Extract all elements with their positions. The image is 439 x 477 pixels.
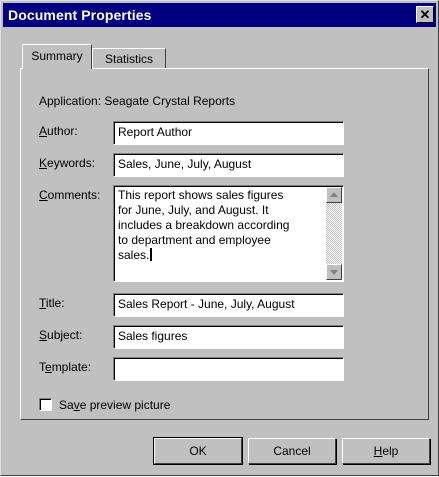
scroll-down-arrow-icon bbox=[330, 270, 338, 275]
template-label: Template: bbox=[39, 360, 92, 374]
keywords-field[interactable]: Sales, June, July, August bbox=[113, 153, 344, 177]
author-field[interactable]: Report Author bbox=[113, 121, 344, 145]
text-caret bbox=[150, 248, 153, 261]
title-label: Title: bbox=[39, 296, 65, 310]
comments-textarea[interactable]: This report shows sales figures for June… bbox=[113, 185, 344, 282]
save-preview-label[interactable]: Save preview picture bbox=[59, 398, 170, 412]
keywords-label: Keywords: bbox=[39, 156, 96, 170]
save-preview-checkbox[interactable] bbox=[39, 398, 52, 411]
comments-scrollbar[interactable] bbox=[326, 187, 342, 280]
comments-label: Comments: bbox=[39, 188, 101, 202]
scroll-up-arrow-icon bbox=[330, 192, 338, 197]
comments-text[interactable]: This report shows sales figures for June… bbox=[118, 188, 322, 263]
subject-field[interactable]: Sales figures bbox=[113, 325, 344, 349]
title-field[interactable]: Sales Report - June, July, August bbox=[113, 293, 344, 317]
application-label: Application: Seagate Crystal Reports bbox=[39, 94, 236, 108]
document-properties-dialog: Document Properties ✕ Summary Statistics… bbox=[0, 0, 439, 476]
subject-label: Subject: bbox=[39, 328, 83, 342]
scroll-up-button[interactable] bbox=[326, 187, 342, 203]
template-field[interactable] bbox=[113, 357, 344, 381]
scroll-down-button[interactable] bbox=[326, 264, 342, 280]
author-label: Author: bbox=[39, 124, 78, 138]
